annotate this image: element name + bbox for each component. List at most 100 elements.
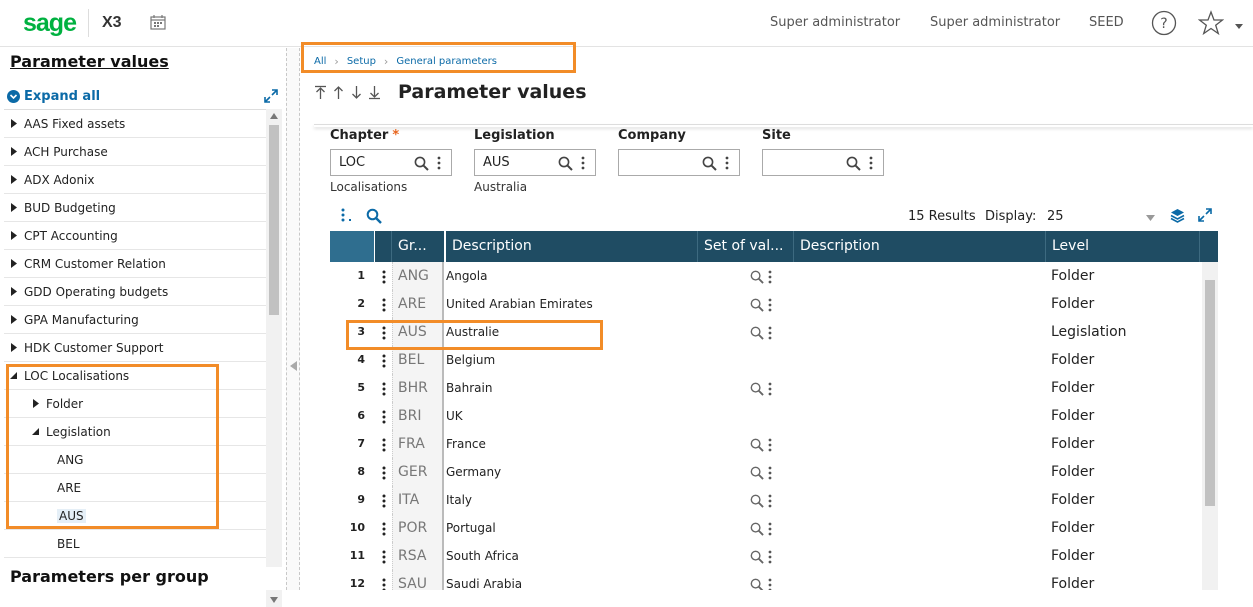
more-options-icon[interactable]: [768, 270, 772, 284]
description-cell[interactable]: Bahrain: [446, 374, 698, 402]
row-actions[interactable]: [382, 542, 390, 570]
table-row[interactable]: 9 ITA Italy Folder: [330, 486, 1202, 514]
grid-search-icon[interactable]: [366, 208, 382, 224]
group-code-cell[interactable]: ITA: [392, 486, 444, 514]
tree-scrollbar[interactable]: [266, 109, 282, 607]
row-actions-icon[interactable]: [382, 578, 386, 591]
favorites-star-icon[interactable]: [1198, 10, 1224, 36]
tree-item[interactable]: AAS Fixed assets: [4, 110, 266, 138]
tree-item[interactable]: AUS: [4, 502, 266, 530]
more-options-icon[interactable]: [768, 578, 772, 591]
scroll-down-icon[interactable]: [270, 597, 278, 603]
table-row[interactable]: 1 ANG Angola Folder: [330, 262, 1202, 290]
collapse-left-icon[interactable]: [289, 361, 297, 371]
more-options-icon[interactable]: [768, 550, 772, 564]
description-cell[interactable]: Germany: [446, 458, 698, 486]
search-icon[interactable]: [702, 156, 717, 171]
group-code-cell[interactable]: FRA: [392, 430, 444, 458]
group-code-cell[interactable]: BRI: [392, 402, 444, 430]
description-cell[interactable]: France: [446, 430, 698, 458]
tree-item[interactable]: HDK Customer Support: [4, 334, 266, 362]
row-actions[interactable]: [382, 458, 390, 486]
table-row[interactable]: 8 GER Germany Folder: [330, 458, 1202, 486]
table-row[interactable]: 4 BEL Belgium Folder: [330, 346, 1202, 374]
scroll-up-icon[interactable]: [270, 113, 278, 119]
previous-record-icon[interactable]: [332, 85, 345, 100]
row-actions[interactable]: [382, 570, 390, 590]
grid-actions-icon[interactable]: [340, 208, 346, 222]
user-menu[interactable]: Super administrator: [770, 15, 900, 30]
set-of-values-cell[interactable]: [750, 458, 790, 486]
row-actions-icon[interactable]: [382, 298, 386, 312]
tree-item[interactable]: GDD Operating budgets: [4, 278, 266, 306]
search-icon[interactable]: [750, 382, 764, 396]
group-code-cell[interactable]: GER: [392, 458, 444, 486]
row-actions-icon[interactable]: [382, 410, 386, 424]
collapsed-arrow-icon[interactable]: [31, 399, 40, 408]
group-code-cell[interactable]: ANG: [392, 262, 444, 290]
search-icon[interactable]: [750, 326, 764, 340]
table-row[interactable]: 7 FRA France Folder: [330, 430, 1202, 458]
search-icon[interactable]: [750, 494, 764, 508]
set-of-values-cell[interactable]: [750, 318, 790, 346]
group-code-cell[interactable]: BHR: [392, 374, 444, 402]
site-input[interactable]: [762, 149, 884, 176]
sage-logo[interactable]: sage: [23, 9, 77, 38]
set-of-values-cell[interactable]: [750, 570, 790, 590]
more-options-icon[interactable]: [437, 155, 441, 171]
search-icon[interactable]: [750, 578, 764, 591]
row-actions[interactable]: [382, 402, 390, 430]
collapsed-arrow-icon[interactable]: [9, 119, 18, 128]
grid-scroll-thumb[interactable]: [1205, 280, 1215, 506]
row-actions-icon[interactable]: [382, 550, 386, 564]
next-record-icon[interactable]: [350, 85, 363, 100]
chapter-input[interactable]: LOC: [330, 149, 452, 176]
more-options-icon[interactable]: [581, 155, 585, 171]
table-row[interactable]: 3 AUS Australie Legislation: [330, 318, 1202, 346]
description-cell[interactable]: UK: [446, 402, 698, 430]
tree-item[interactable]: GPA Manufacturing: [4, 306, 266, 334]
description-cell[interactable]: Portugal: [446, 514, 698, 542]
group-code-cell[interactable]: BEL: [392, 346, 444, 374]
column-header-set-of-values[interactable]: Set of val...: [698, 231, 794, 262]
description-cell[interactable]: South Africa: [446, 542, 698, 570]
more-options-icon[interactable]: [768, 494, 772, 508]
set-of-values-cell[interactable]: [750, 430, 790, 458]
set-of-values-cell[interactable]: [750, 374, 790, 402]
breadcrumb-general-parameters[interactable]: General parameters: [396, 56, 497, 67]
search-icon[interactable]: [414, 156, 429, 171]
expanded-arrow-icon[interactable]: [9, 371, 18, 380]
layers-icon[interactable]: [1170, 208, 1185, 223]
search-icon[interactable]: [750, 270, 764, 284]
scroll-thumb[interactable]: [269, 125, 279, 315]
maximize-grid-icon[interactable]: [1198, 208, 1212, 222]
collapsed-arrow-icon[interactable]: [9, 147, 18, 156]
row-actions[interactable]: [382, 486, 390, 514]
group-code-cell[interactable]: AUS: [392, 318, 444, 346]
description-cell[interactable]: Australie: [446, 318, 698, 346]
row-actions-icon[interactable]: [382, 270, 386, 284]
tree-item[interactable]: CPT Accounting: [4, 222, 266, 250]
set-of-values-cell[interactable]: [750, 542, 790, 570]
tree-item[interactable]: ARE: [4, 474, 266, 502]
search-icon[interactable]: [750, 298, 764, 312]
parameters-per-group-section[interactable]: Parameters per group: [0, 567, 286, 590]
more-options-icon[interactable]: [768, 466, 772, 480]
collapsed-arrow-icon[interactable]: [9, 203, 18, 212]
column-header-group[interactable]: Gr...: [392, 231, 446, 262]
chevron-down-icon[interactable]: [1146, 215, 1155, 221]
column-header-description[interactable]: Description: [446, 231, 698, 262]
calendar-icon[interactable]: [150, 14, 166, 30]
search-icon[interactable]: [750, 466, 764, 480]
description-cell[interactable]: Belgium: [446, 346, 698, 374]
collapsed-arrow-icon[interactable]: [9, 175, 18, 184]
more-options-icon[interactable]: [725, 155, 729, 171]
expanded-arrow-icon[interactable]: [31, 427, 40, 436]
tree-item[interactable]: Legislation: [4, 418, 266, 446]
row-actions[interactable]: [382, 430, 390, 458]
more-options-icon[interactable]: [768, 298, 772, 312]
description-cell[interactable]: United Arabian Emirates: [446, 290, 698, 318]
collapsed-arrow-icon[interactable]: [9, 259, 18, 268]
folder-menu[interactable]: SEED: [1089, 15, 1124, 30]
search-icon[interactable]: [750, 522, 764, 536]
